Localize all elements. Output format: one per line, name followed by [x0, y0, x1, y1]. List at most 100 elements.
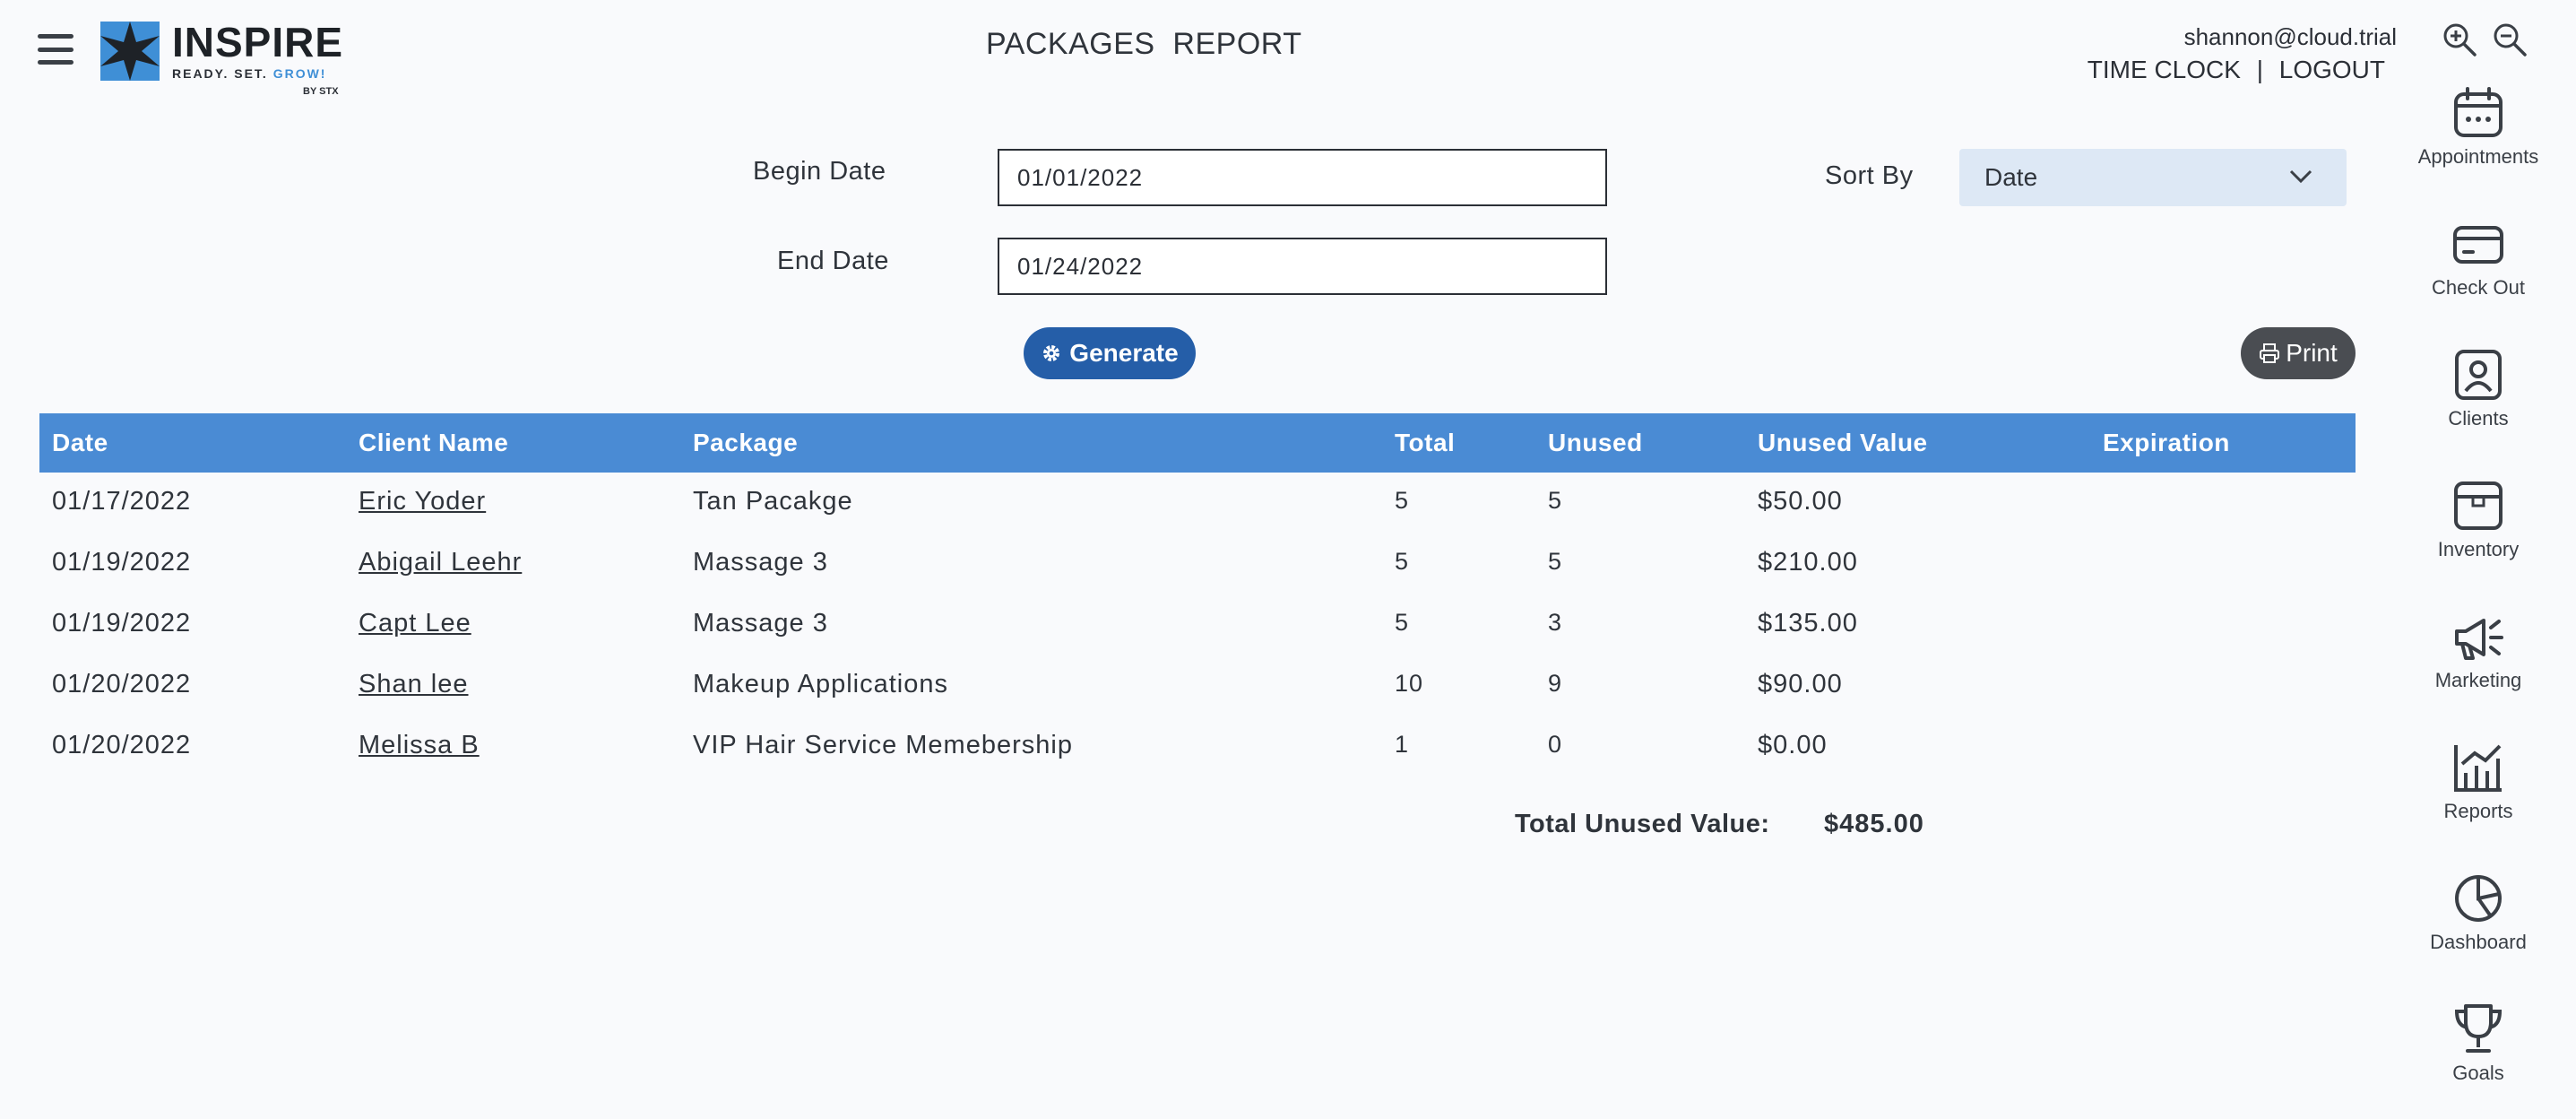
- header-total[interactable]: Total: [1395, 429, 1455, 457]
- sort-by-select[interactable]: Date: [1959, 149, 2347, 206]
- client-link[interactable]: Capt Lee: [359, 609, 471, 638]
- gear-icon: [1043, 345, 1060, 361]
- cell-package: Makeup Applications: [693, 670, 948, 698]
- cell-unused-value: $210.00: [1758, 548, 1858, 577]
- begin-date-input[interactable]: [998, 149, 1607, 206]
- nav-label: Dashboard: [2430, 931, 2527, 953]
- chart-icon: [2454, 744, 2502, 792]
- client-icon: [2455, 350, 2502, 400]
- header-unused-value[interactable]: Unused Value: [1758, 429, 1928, 457]
- cell-unused-value: $0.00: [1758, 731, 1828, 759]
- nav-label: Reports: [2443, 800, 2513, 822]
- cell-unused: 3: [1548, 609, 1563, 636]
- cell-unused-value: $90.00: [1758, 670, 1843, 698]
- cell-date: 01/17/2022: [52, 487, 192, 516]
- nav-item-dashboard[interactable]: Dashboard: [2402, 872, 2554, 988]
- logo-title: INSPIRE: [172, 19, 344, 65]
- zoom-out-icon[interactable]: [2492, 22, 2528, 57]
- nav-item-inventory[interactable]: Inventory: [2402, 479, 2554, 595]
- cell-package: Massage 3: [693, 548, 828, 577]
- trophy-icon: [2454, 1004, 2503, 1053]
- cell-unused: 5: [1548, 487, 1563, 514]
- end-date-label: End Date: [777, 247, 889, 275]
- cell-date: 01/20/2022: [52, 731, 192, 759]
- nav-label: Goals: [2452, 1062, 2504, 1084]
- menu-icon[interactable]: [38, 34, 73, 65]
- nav-label: Appointments: [2417, 145, 2539, 168]
- nav-label: Check Out: [2432, 276, 2525, 299]
- print-button[interactable]: Print: [2241, 327, 2356, 379]
- generate-button[interactable]: Generate: [1024, 327, 1196, 379]
- user-email: shannon@cloud.trial: [2183, 23, 2397, 50]
- header-client-name[interactable]: Client Name: [359, 429, 508, 457]
- sort-by-value: Date: [1984, 163, 2038, 191]
- total-unused-label: Total Unused Value:: [1515, 810, 1770, 838]
- print-label: Print: [2286, 339, 2338, 367]
- box-icon: [2454, 481, 2503, 530]
- cell-unused-value: $50.00: [1758, 487, 1843, 516]
- cell-unused: 9: [1548, 670, 1563, 697]
- cell-date: 01/19/2022: [52, 609, 192, 638]
- cell-unused-value: $135.00: [1758, 609, 1858, 638]
- nav-label: Inventory: [2437, 538, 2520, 560]
- client-link[interactable]: Eric Yoder: [359, 487, 486, 516]
- nav-label: Marketing: [2434, 669, 2522, 691]
- header-expiration[interactable]: Expiration: [2103, 429, 2230, 457]
- client-link[interactable]: Shan lee: [359, 670, 469, 699]
- page-title: PACKAGES REPORT: [986, 27, 1302, 61]
- logo-by: BY STX: [303, 86, 339, 97]
- cell-total: 10: [1395, 670, 1424, 697]
- calendar-icon: [2454, 87, 2503, 137]
- cell-unused: 5: [1548, 548, 1563, 575]
- cell-total: 5: [1395, 548, 1410, 575]
- table-row: 01/20/2022 Melissa B VIP Hair Service Me…: [39, 716, 2356, 777]
- logo-tagline: READY. SET. GROW!: [172, 66, 326, 81]
- pie-chart-icon: [2455, 875, 2502, 922]
- table-row: 01/17/2022 Eric Yoder Tan Pacakge 5 5 $5…: [39, 473, 2356, 533]
- nav-label: Clients: [2448, 407, 2509, 429]
- header-date[interactable]: Date: [52, 429, 108, 457]
- link-separator: |: [2256, 56, 2263, 83]
- table-header: Date Client Name Package Total Unused Un…: [39, 413, 2356, 473]
- cell-total: 1: [1395, 731, 1410, 758]
- logout-link[interactable]: LOGOUT: [2279, 56, 2385, 83]
- logo: INSPIRE READY. SET. GROW! BY STX: [99, 19, 344, 97]
- cell-date: 01/20/2022: [52, 670, 192, 698]
- cell-package: Massage 3: [693, 609, 828, 638]
- nav-item-reports[interactable]: Reports: [2402, 741, 2554, 857]
- cell-package: VIP Hair Service Memebership: [693, 731, 1073, 759]
- nav-item-clients[interactable]: Clients: [2402, 348, 2554, 464]
- generate-label: Generate: [1069, 339, 1179, 367]
- credit-card-icon: [2453, 226, 2503, 264]
- client-link[interactable]: Abigail Leehr: [359, 548, 522, 577]
- chevron-down-icon: [2289, 169, 2312, 184]
- nav-item-appointments[interactable]: Appointments: [2402, 86, 2554, 203]
- megaphone-icon: [2455, 619, 2503, 660]
- cell-total: 5: [1395, 609, 1410, 636]
- cell-package: Tan Pacakge: [693, 487, 853, 516]
- nav-item-check-out[interactable]: Check Out: [2402, 217, 2554, 334]
- user-links: TIME CLOCK | LOGOUT: [2088, 56, 2385, 84]
- printer-icon: [2260, 343, 2280, 363]
- table-row: 01/19/2022 Capt Lee Massage 3 5 3 $135.0…: [39, 594, 2356, 655]
- packages-table: Date Client Name Package Total Unused Un…: [39, 413, 2356, 777]
- begin-date-label: Begin Date: [753, 157, 886, 186]
- header-unused[interactable]: Unused: [1548, 429, 1643, 457]
- table-row: 01/19/2022 Abigail Leehr Massage 3 5 5 $…: [39, 533, 2356, 594]
- cell-unused: 0: [1548, 731, 1563, 758]
- logo-tagline-accent: GROW!: [272, 66, 327, 81]
- logo-tagline-prefix: READY. SET.: [172, 66, 273, 81]
- client-link[interactable]: Melissa B: [359, 731, 480, 760]
- end-date-input[interactable]: [998, 238, 1607, 295]
- nav-item-marketing[interactable]: Marketing: [2402, 610, 2554, 726]
- zoom-in-icon[interactable]: [2442, 22, 2477, 57]
- time-clock-link[interactable]: TIME CLOCK: [2088, 56, 2241, 83]
- table-row: 01/20/2022 Shan lee Makeup Applications …: [39, 655, 2356, 716]
- nav-item-goals[interactable]: Goals: [2402, 1002, 2554, 1119]
- cell-date: 01/19/2022: [52, 548, 192, 577]
- sort-by-label: Sort By: [1825, 161, 1914, 190]
- logo-mark-icon: [100, 22, 160, 81]
- total-unused-value: $485.00: [1824, 810, 1924, 838]
- cell-total: 5: [1395, 487, 1410, 514]
- header-package[interactable]: Package: [693, 429, 798, 457]
